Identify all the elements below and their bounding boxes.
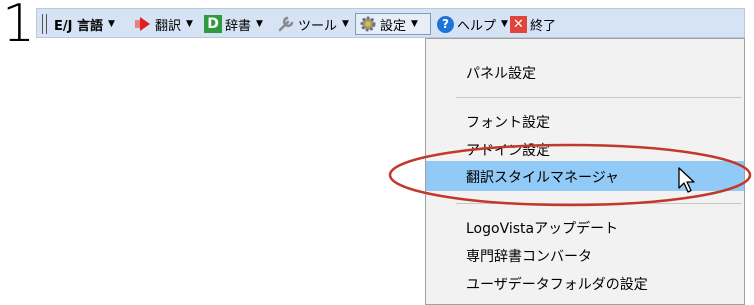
menu-item-label: フォント設定	[466, 115, 550, 131]
menu-item-dictionary-converter[interactable]: 専門辞書コンバータ	[426, 240, 744, 270]
close-icon: ✕	[510, 15, 527, 33]
menu-separator	[456, 97, 742, 98]
play-arrow-icon	[135, 17, 150, 31]
toolbar-help-button[interactable]: ? ヘルプ ▼	[437, 13, 508, 35]
menu-item-user-data-folder[interactable]: ユーザデータフォルダの設定	[426, 268, 744, 298]
toolbar-grip[interactable]	[42, 14, 43, 34]
toolbar-translate-label: 翻訳	[155, 18, 182, 34]
toolbar-settings-button[interactable]: 設定 ▼	[355, 13, 431, 35]
toolbar-language-label: E/J 言語	[54, 18, 103, 34]
mouse-cursor-icon	[678, 167, 695, 193]
toolbar-help-label: ヘルプ	[457, 18, 497, 34]
menu-item-label: 専門辞書コンバータ	[466, 249, 592, 265]
toolbar-language-button[interactable]: E/J 言語 ▼	[54, 13, 115, 35]
menu-item-label: ユーザデータフォルダの設定	[466, 277, 648, 293]
toolbar-dictionary-button[interactable]: D 辞書 ▼	[204, 13, 263, 35]
chevron-down-icon: ▼	[256, 19, 263, 29]
menu-item-label: パネル設定	[466, 66, 536, 82]
toolbar-dictionary-label: 辞書	[225, 18, 252, 34]
chevron-down-icon: ▼	[186, 19, 193, 29]
toolbar-grip[interactable]	[46, 14, 47, 34]
menu-item-font-settings[interactable]: フォント設定	[426, 106, 744, 136]
menu-item-logovista-update[interactable]: LogoVistaアップデート	[426, 212, 744, 242]
toolbar-exit-label: 終了	[530, 18, 557, 34]
help-icon: ?	[437, 15, 454, 33]
wrench-icon	[278, 16, 294, 32]
gear-icon	[360, 16, 376, 32]
menu-item-panel-settings[interactable]: パネル設定	[426, 57, 744, 87]
toolbar-translate-button[interactable]: 翻訳 ▼	[134, 13, 193, 35]
chevron-down-icon: ▼	[342, 19, 349, 29]
toolbar-tools-label: ツール	[298, 18, 338, 34]
main-toolbar: E/J 言語 ▼ 翻訳 ▼ D 辞書 ▼ ツール ▼ 設定 ▼ ? ヘルプ ▼	[36, 8, 745, 38]
chevron-down-icon: ▼	[108, 19, 115, 29]
menu-item-label: LogoVistaアップデート	[466, 221, 619, 237]
step-number: 1	[2, 0, 36, 54]
chevron-down-icon: ▼	[411, 19, 418, 29]
toolbar-tools-button[interactable]: ツール ▼	[277, 13, 349, 35]
toolbar-settings-label: 設定	[380, 18, 407, 34]
chevron-down-icon: ▼	[501, 19, 508, 29]
dictionary-icon: D	[204, 15, 222, 33]
toolbar-exit-button[interactable]: ✕ 終了	[510, 13, 556, 35]
